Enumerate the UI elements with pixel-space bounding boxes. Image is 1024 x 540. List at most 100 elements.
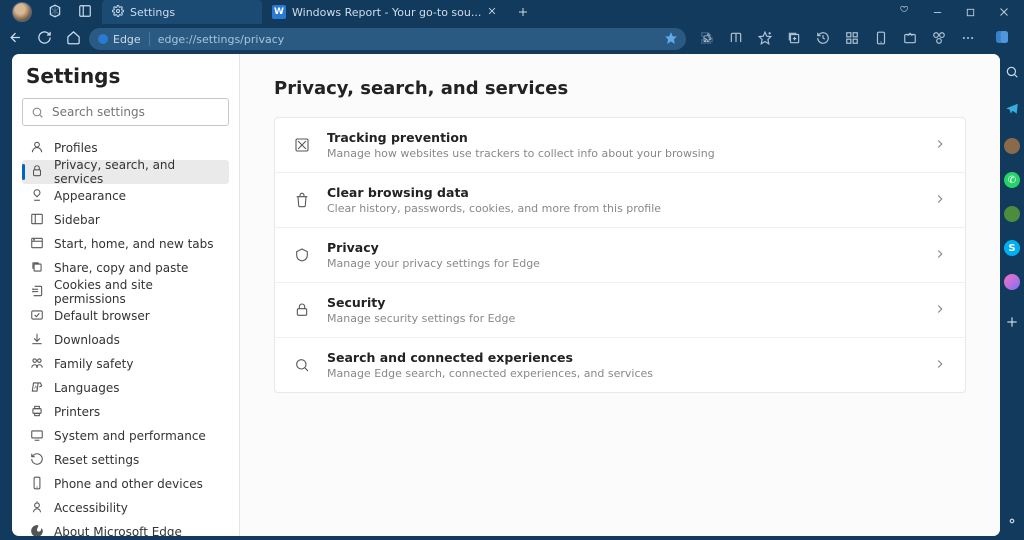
- app-icon[interactable]: [845, 30, 859, 49]
- more-icon[interactable]: [961, 30, 975, 49]
- row-title: Privacy: [327, 240, 917, 255]
- settings-row-search-and-connected-experiences[interactable]: Search and connected experiences Manage …: [275, 337, 965, 392]
- row-subtitle: Manage how websites use trackers to coll…: [327, 147, 917, 160]
- row-subtitle: Manage your privacy settings for Edge: [327, 257, 917, 270]
- side-skype-icon[interactable]: S: [1004, 240, 1020, 256]
- side-telegram-icon[interactable]: [1005, 101, 1019, 120]
- settings-search[interactable]: [22, 98, 229, 126]
- nav-icon: [30, 140, 44, 157]
- nav-icon: [30, 164, 44, 181]
- nav-item-appearance[interactable]: Appearance: [22, 184, 229, 208]
- nav-icon: [30, 428, 44, 445]
- workspaces-icon[interactable]: [48, 3, 62, 22]
- nav-label: Cookies and site permissions: [54, 278, 221, 306]
- nav-item-family-safety[interactable]: Family safety: [22, 352, 229, 376]
- row-icon: [293, 192, 311, 208]
- new-tab-button[interactable]: [507, 0, 539, 24]
- share-icon[interactable]: [903, 30, 917, 49]
- side-whatsapp-icon[interactable]: ✆: [1004, 172, 1020, 188]
- settings-row-clear-browsing-data[interactable]: Clear browsing data Clear history, passw…: [275, 172, 965, 227]
- nav-item-reset-settings[interactable]: Reset settings: [22, 448, 229, 472]
- nav-icon: [30, 284, 44, 301]
- row-title: Search and connected experiences: [327, 350, 917, 365]
- side-messenger-icon[interactable]: [1004, 274, 1020, 290]
- row-icon: [293, 137, 311, 153]
- back-icon[interactable]: [8, 30, 23, 49]
- nav-item-languages[interactable]: A Languages: [22, 376, 229, 400]
- nav-label: Printers: [54, 405, 100, 419]
- mobile-icon[interactable]: [874, 30, 888, 49]
- nav-icon: [30, 404, 44, 421]
- tab-actions-icon[interactable]: [78, 3, 92, 22]
- row-icon: [293, 357, 311, 373]
- side-app-icon[interactable]: [1004, 206, 1020, 222]
- nav-item-phone-and-other-devices[interactable]: Phone and other devices: [22, 472, 229, 496]
- tab-windows-report[interactable]: W Windows Report - Your go-to sou...: [262, 0, 507, 24]
- page-title: Privacy, search, and services: [274, 78, 966, 99]
- nav-icon: [30, 356, 44, 373]
- nav-label: Profiles: [54, 141, 98, 155]
- nav-item-privacy-search-and-services[interactable]: Privacy, search, and services: [22, 160, 229, 184]
- nav-label: Default browser: [54, 309, 150, 323]
- nav-icon: [30, 236, 44, 253]
- nav-item-about-microsoft-edge[interactable]: About Microsoft Edge: [22, 520, 229, 536]
- side-avatar-icon[interactable]: [1004, 138, 1020, 154]
- nav-item-accessibility[interactable]: Accessibility: [22, 496, 229, 520]
- chevron-right-icon: [933, 246, 947, 265]
- history-icon[interactable]: [816, 30, 830, 49]
- address-bar[interactable]: Edge edge://settings/privacy: [89, 28, 686, 50]
- nav-label: Accessibility: [54, 501, 128, 515]
- nav-item-system-and-performance[interactable]: System and performance: [22, 424, 229, 448]
- chevron-right-icon: [933, 301, 947, 320]
- home-icon[interactable]: [66, 30, 81, 49]
- site-icon: W: [272, 5, 286, 19]
- side-add-icon[interactable]: [1005, 314, 1019, 333]
- profile-avatar[interactable]: [12, 2, 32, 22]
- settings-row-privacy[interactable]: Privacy Manage your privacy settings for…: [275, 227, 965, 282]
- nav-icon: [30, 260, 44, 277]
- nav-item-start-home-and-new-tabs[interactable]: Start, home, and new tabs: [22, 232, 229, 256]
- minimize-icon[interactable]: [932, 3, 943, 22]
- row-icon: [293, 247, 311, 263]
- nav-label: Privacy, search, and services: [54, 158, 221, 186]
- performance-icon[interactable]: [932, 30, 946, 49]
- nav-icon: [30, 308, 44, 325]
- nav-item-downloads[interactable]: Downloads: [22, 328, 229, 352]
- rewards-icon[interactable]: [896, 3, 910, 22]
- search-icon: [31, 106, 44, 119]
- settings-row-security[interactable]: Security Manage security settings for Ed…: [275, 282, 965, 337]
- sidebar-settings-icon[interactable]: [1005, 513, 1019, 532]
- maximize-icon[interactable]: [965, 3, 976, 22]
- nav-icon: [30, 452, 44, 469]
- nav-label: Appearance: [54, 189, 126, 203]
- nav-item-share-copy-and-paste[interactable]: Share, copy and paste: [22, 256, 229, 280]
- favorites-icon[interactable]: [758, 30, 772, 49]
- copilot-icon[interactable]: [994, 29, 1010, 49]
- nav-label: Share, copy and paste: [54, 261, 188, 275]
- extensions-icon[interactable]: [700, 30, 714, 49]
- favorite-star-icon[interactable]: [664, 30, 678, 49]
- collections-icon[interactable]: [787, 30, 801, 49]
- refresh-icon[interactable]: [37, 30, 52, 49]
- row-subtitle: Manage Edge search, connected experience…: [327, 367, 917, 380]
- row-title: Clear browsing data: [327, 185, 917, 200]
- nav-label: Family safety: [54, 357, 133, 371]
- url-text: edge://settings/privacy: [158, 33, 656, 46]
- tab-label: Windows Report - Your go-to sou...: [292, 6, 481, 19]
- nav-item-cookies-and-site-permissions[interactable]: Cookies and site permissions: [22, 280, 229, 304]
- nav-item-default-browser[interactable]: Default browser: [22, 304, 229, 328]
- side-search-icon[interactable]: [1005, 64, 1019, 83]
- nav-item-printers[interactable]: Printers: [22, 400, 229, 424]
- settings-heading: Settings: [26, 64, 229, 88]
- nav-item-profiles[interactable]: Profiles: [22, 136, 229, 160]
- nav-icon: A: [30, 380, 44, 397]
- nav-label: Start, home, and new tabs: [54, 237, 214, 251]
- close-window-icon[interactable]: [998, 3, 1010, 22]
- nav-label: Languages: [54, 381, 119, 395]
- search-input[interactable]: [52, 105, 220, 119]
- close-tab-icon[interactable]: [487, 6, 497, 19]
- settings-row-tracking-prevention[interactable]: Tracking prevention Manage how websites …: [275, 118, 965, 172]
- nav-item-sidebar[interactable]: Sidebar: [22, 208, 229, 232]
- tab-settings[interactable]: Settings: [102, 0, 262, 24]
- reading-icon[interactable]: [729, 30, 743, 49]
